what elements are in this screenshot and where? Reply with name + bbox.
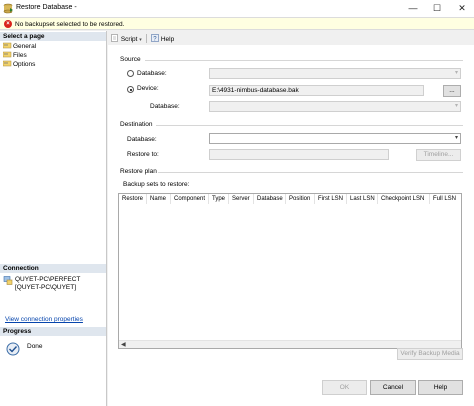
browse-button[interactable]: ... [443,85,461,97]
error-banner: × No backupset selected to be restored. [0,17,474,30]
column-header[interactable]: Checkpoint LSN [378,194,430,204]
destination-database-label: Database: [127,136,157,143]
select-page-header: Select a page [0,32,106,41]
maximize-icon[interactable]: ☐ [425,0,449,17]
error-icon: × [4,20,12,28]
toolbar: Script ▾ ? Help [108,31,474,45]
column-header[interactable]: Restore [119,194,147,204]
page-label: Options [13,61,36,68]
source-section-label: Source [120,56,141,63]
main-pane: Source Database: ▾ Device: E:\4931-nimbu… [108,45,474,406]
column-header[interactable]: Server [229,194,254,204]
restore-to-label: Restore to: [127,151,159,158]
window-title: Restore Database - [16,4,77,11]
horizontal-scrollbar[interactable]: ◀ [119,340,461,348]
column-header[interactable]: Last LSN [347,194,378,204]
source-database2-select: ▾ [209,101,461,112]
wrench-icon [3,60,12,67]
script-icon [111,34,118,42]
device-path-field[interactable]: E:\4931-nimbus-database.bak [209,85,424,96]
view-connection-properties-link[interactable]: View connection properties [5,316,83,323]
chevron-down-icon: ▾ [454,70,458,76]
error-message: No backupset selected to be restored. [15,20,125,28]
page-label: General [13,43,37,50]
destination-section-label: Destination [120,121,153,128]
chevron-down-icon: ▾ [139,37,142,43]
timeline-button: Timeline... [416,149,461,161]
section-divider [158,172,463,173]
help-button[interactable]: ? Help [151,34,174,43]
chevron-down-icon: ▾ [454,135,458,141]
source-database-label: Database: [137,70,167,77]
column-header[interactable]: Database [254,194,286,204]
column-header[interactable]: Position [286,194,315,204]
section-divider [156,125,463,126]
connection-user: [QUYET-PC\QUYET] [15,284,77,291]
help-footer-button[interactable]: Help [418,380,463,395]
chevron-down-icon: ▾ [454,103,458,109]
backup-sets-label: Backup sets to restore: [123,181,190,188]
ok-button[interactable]: OK [322,380,367,395]
help-icon: ? [151,34,159,42]
page-general[interactable]: General [3,42,36,51]
database-restore-icon [3,3,13,14]
wrench-icon [3,42,12,49]
title-bar: Restore Database - — ☐ ✕ [0,0,474,17]
source-database2-label: Database: [150,103,180,110]
progress-header: Progress [0,327,106,336]
cancel-button[interactable]: Cancel [370,380,416,395]
script-button[interactable]: Script ▾ [111,34,142,43]
page-label: Files [13,52,27,59]
page-options[interactable]: Options [3,60,35,69]
wrench-icon [3,51,12,58]
server-icon [3,276,13,285]
column-header[interactable]: First LSN [315,194,347,204]
chevron-left-icon[interactable]: ◀ [121,341,126,349]
column-header[interactable]: Name [147,194,171,204]
connection-server: QUYET-PC\PERFECT [15,276,81,283]
progress-status: Done [27,343,43,350]
page-files[interactable]: Files [3,51,27,60]
verify-backup-media-button: Verify Backup Media [397,348,463,360]
database-radio[interactable] [127,70,134,77]
device-label: Device: [137,85,159,92]
restore-to-field [209,149,389,160]
destination-database-select[interactable]: ▾ [209,133,461,144]
column-header[interactable]: Component [171,194,209,204]
backup-sets-grid[interactable]: Restore Name Component Type Server Datab… [118,193,462,349]
restore-plan-section-label: Restore plan [120,168,157,175]
help-label: Help [160,36,175,43]
source-database-select: ▾ [209,68,461,79]
toolbar-divider [146,34,147,43]
column-header[interactable]: Full LSN [430,194,461,204]
close-icon[interactable]: ✕ [450,0,474,17]
device-radio[interactable] [127,86,134,93]
done-check-icon [6,342,20,356]
section-divider [145,60,463,61]
minimize-icon[interactable]: — [401,0,425,17]
left-pane: Select a page General Files Options Conn… [0,31,107,406]
column-header[interactable]: Type [209,194,229,204]
connection-header: Connection [0,264,106,273]
script-label: Script [120,36,138,43]
